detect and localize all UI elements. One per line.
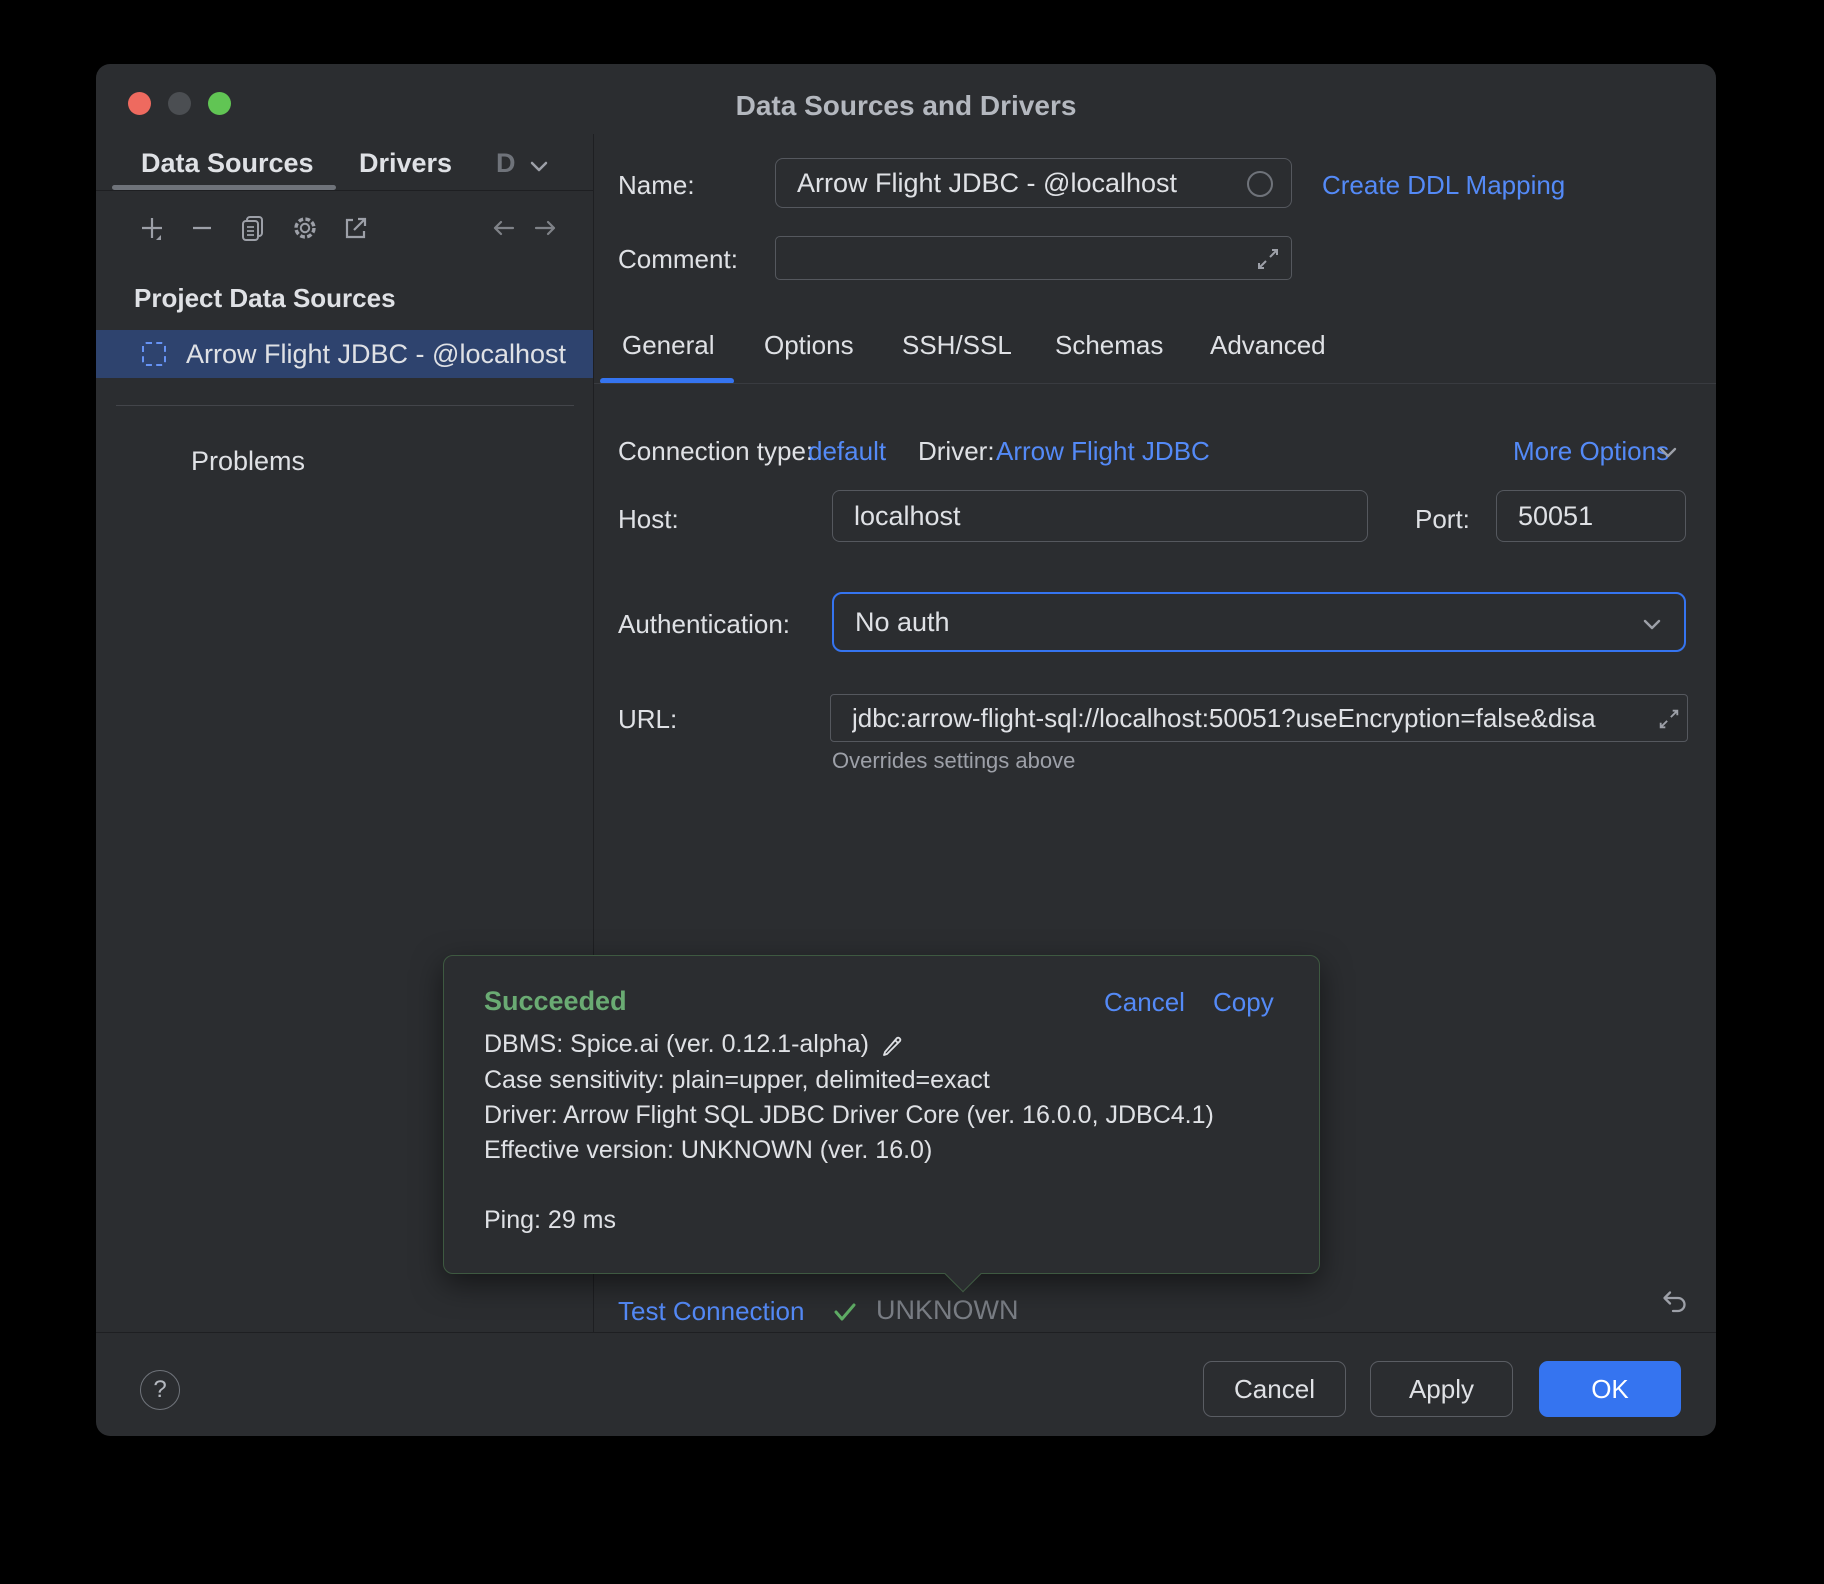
popup-effective-version-line: Effective version: UNKNOWN (ver. 16.0) bbox=[484, 1136, 932, 1165]
tab-options[interactable]: Options bbox=[764, 330, 854, 361]
data-source-label: Arrow Flight JDBC - @localhost bbox=[186, 339, 566, 370]
create-ddl-mapping-link[interactable]: Create DDL Mapping bbox=[1322, 170, 1565, 201]
popup-status: Succeeded bbox=[484, 986, 627, 1017]
sidebar-item-problems[interactable]: Problems bbox=[191, 446, 305, 477]
name-spinner-icon bbox=[1245, 169, 1275, 199]
popup-ping-line: Ping: 29 ms bbox=[484, 1206, 616, 1235]
comment-input[interactable] bbox=[775, 236, 1292, 280]
popup-case-sensitivity-line: Case sensitivity: plain=upper, delimited… bbox=[484, 1066, 990, 1095]
expand-comment-icon[interactable] bbox=[1255, 246, 1281, 272]
url-hint: Overrides settings above bbox=[832, 748, 1075, 774]
settings-gear-icon[interactable] bbox=[289, 212, 321, 244]
tab-advanced[interactable]: Advanced bbox=[1210, 330, 1326, 361]
open-in-new-window-icon[interactable] bbox=[340, 212, 372, 244]
authentication-value: No auth bbox=[855, 607, 950, 638]
apply-button[interactable]: Apply bbox=[1370, 1361, 1513, 1417]
test-connection-link[interactable]: Test Connection bbox=[618, 1296, 804, 1327]
popup-pointer bbox=[945, 1256, 982, 1293]
success-checkmark-icon bbox=[830, 1298, 860, 1326]
popup-driver-line: Driver: Arrow Flight SQL JDBC Driver Cor… bbox=[484, 1101, 1214, 1130]
connection-result-text: UNKNOWN bbox=[876, 1295, 1019, 1326]
host-input[interactable]: localhost bbox=[832, 490, 1368, 542]
popup-dbms-line: DBMS: Spice.ai (ver. 0.12.1-alpha) bbox=[484, 1030, 869, 1059]
expand-url-icon[interactable] bbox=[1657, 707, 1681, 731]
port-input[interactable]: 50051 bbox=[1496, 490, 1686, 542]
add-data-source-icon[interactable] bbox=[136, 212, 168, 244]
tab-truncated[interactable]: D bbox=[496, 148, 516, 179]
authentication-label: Authentication: bbox=[618, 609, 790, 640]
url-input[interactable]: jdbc:arrow-flight-sql://localhost:50051?… bbox=[830, 694, 1688, 742]
connection-type-label: Connection type: bbox=[618, 436, 813, 467]
footer-divider bbox=[96, 1332, 1716, 1333]
edit-pencil-icon[interactable] bbox=[879, 1032, 905, 1058]
tab-data-sources[interactable]: Data Sources bbox=[141, 148, 314, 179]
more-options-chevron-icon[interactable] bbox=[1656, 442, 1680, 462]
popup-cancel-link[interactable]: Cancel bbox=[1104, 987, 1185, 1018]
project-data-sources-header: Project Data Sources bbox=[134, 283, 396, 314]
test-connection-result-popup: Succeeded Cancel Copy DBMS: Spice.ai (ve… bbox=[443, 955, 1320, 1274]
forward-arrow-icon[interactable] bbox=[530, 212, 562, 244]
form-tabs-border bbox=[594, 383, 1716, 384]
cancel-button[interactable]: Cancel bbox=[1203, 1361, 1346, 1417]
connection-type-value-link[interactable]: default bbox=[808, 436, 886, 467]
tab-ssh-ssl[interactable]: SSH/SSL bbox=[902, 330, 1012, 361]
name-input[interactable]: Arrow Flight JDBC - @localhost bbox=[775, 158, 1292, 208]
dialog-window: Data Sources and Drivers Data Sources Dr… bbox=[96, 64, 1716, 1436]
driver-label: Driver: bbox=[918, 436, 995, 467]
data-source-icon bbox=[142, 342, 166, 366]
name-label: Name: bbox=[618, 170, 695, 201]
tab-schemas[interactable]: Schemas bbox=[1055, 330, 1163, 361]
authentication-chevron-icon bbox=[1640, 616, 1664, 634]
undo-icon[interactable] bbox=[1656, 1286, 1690, 1320]
port-label: Port: bbox=[1415, 504, 1470, 535]
driver-value-link[interactable]: Arrow Flight JDBC bbox=[996, 436, 1210, 467]
help-button[interactable]: ? bbox=[140, 1370, 180, 1410]
duplicate-icon[interactable] bbox=[237, 212, 269, 244]
url-label: URL: bbox=[618, 704, 677, 735]
host-label: Host: bbox=[618, 504, 679, 535]
remove-data-source-icon[interactable] bbox=[186, 212, 218, 244]
popup-copy-link[interactable]: Copy bbox=[1213, 987, 1274, 1018]
tabs-border bbox=[96, 190, 593, 191]
url-value: jdbc:arrow-flight-sql://localhost:50051?… bbox=[852, 703, 1596, 734]
sidebar-section-divider bbox=[116, 405, 574, 406]
back-arrow-icon[interactable] bbox=[487, 212, 519, 244]
authentication-select[interactable]: No auth bbox=[832, 592, 1686, 652]
window-title: Data Sources and Drivers bbox=[96, 90, 1716, 122]
host-value: localhost bbox=[854, 501, 961, 532]
port-value: 50051 bbox=[1518, 501, 1593, 532]
more-options-link[interactable]: More Options bbox=[1513, 436, 1669, 467]
comment-label: Comment: bbox=[618, 244, 738, 275]
ok-button[interactable]: OK bbox=[1539, 1361, 1681, 1417]
sidebar-item-arrow-flight-jdbc[interactable]: Arrow Flight JDBC - @localhost bbox=[96, 330, 593, 378]
tabs-overflow-chevron-icon[interactable] bbox=[526, 156, 552, 176]
tab-general[interactable]: General bbox=[622, 330, 715, 361]
name-value: Arrow Flight JDBC - @localhost bbox=[797, 168, 1177, 199]
tab-drivers[interactable]: Drivers bbox=[359, 148, 452, 179]
